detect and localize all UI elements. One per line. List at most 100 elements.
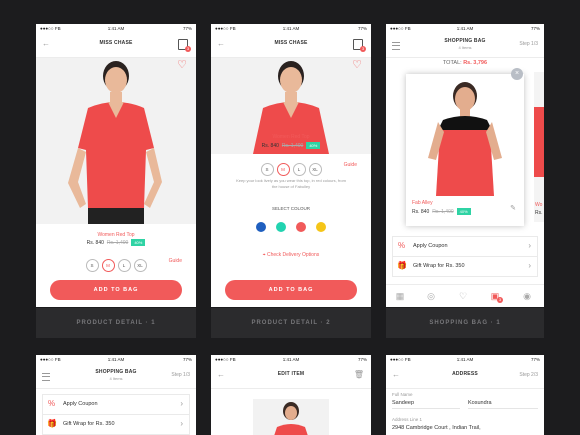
gift-wrap-row[interactable]: 🎁 Gift Wrap for Rs. 350 › [42,414,190,435]
menu-icon[interactable] [42,373,50,381]
item-price: Rs. 840 [412,209,430,215]
delete-trash-icon[interactable]: 🗑 [354,370,364,379]
gift-wrap-row[interactable]: 🎁 Gift Wrap for Rs. 350 › [392,256,538,277]
item-photo-icon [428,82,502,196]
product-detail-1-screen: ●●●○○ FB 1:41 AM 77% ← MISS CHASE 3 ♡ Wo… [36,24,196,307]
apply-coupon-row[interactable]: % Apply Coupon › [392,236,538,257]
total-row: TOTAL: Rs. 3,796 [386,60,544,66]
battery: 77% [530,26,540,31]
step-indicator: Step 1/3 [519,41,538,47]
size-guide-link[interactable]: Guide [344,162,357,168]
battery: 77% [357,357,367,362]
page-title: ADDRESS [452,371,478,377]
wishlist-heart-icon[interactable]: ♡ [352,58,362,71]
item-photo-icon [274,402,308,435]
product-detail-2-screen: ●●●○○ FB 1:41 AM 77% ← MISS CHASE 3 ♡ Wo… [211,24,371,307]
bag-count-badge: 3 [185,46,191,52]
product-name: Women Red Top [97,232,135,238]
battery: 77% [182,357,192,362]
total-label: TOTAL: [442,60,462,66]
nav-bar: ← ADDRESS Step 2/3 [386,364,544,389]
add-to-bag-button[interactable]: ADD TO BAG [225,280,357,300]
item-old-price: Rs. 1,400 [432,209,454,215]
edit-pencil-icon[interactable]: ✎ [510,204,516,212]
price: Rs. 840 [261,143,279,149]
clock: 1:41 AM [107,357,125,362]
status-bar: ●●●○○ FB 1:41 AM 77% [36,24,196,33]
caption-shopping-bag-1: SHOPPING BAG · 1 [386,308,544,338]
add-to-bag-button[interactable]: ADD TO BAG [50,280,182,300]
nav-bar: SHOPPING BAG 4 Items Step 1/3 [36,364,196,389]
item-price-row: Rs. 840 Rs. 1,400 40% [412,208,471,215]
bag-count-badge: 3 [360,46,366,52]
size-option-xl[interactable]: XL [133,259,147,272]
bag-item-card[interactable]: Fab Alley Rs. 840 Rs. 1,400 40% ✎ [406,74,524,226]
last-name-underline [468,408,538,409]
address-line-1-label: Address Line 1 [392,417,423,422]
caption-product-detail-1: PRODUCT DETAIL · 1 [36,308,196,338]
product-name: Women Red Top [272,134,310,140]
colour-swatch-yellow[interactable] [316,222,326,232]
chevron-right-icon: › [528,261,531,270]
back-arrow-icon[interactable]: ← [392,370,400,379]
size-option-xl[interactable]: XL [308,163,322,176]
total-value: Rs. 3,796 [463,60,488,66]
old-price: Rs. 1,400 [281,143,304,149]
status-bar: ●●●○○ FB 1:41 AM 77% [211,24,371,33]
apply-coupon-row[interactable]: % Apply Coupon › [42,394,190,415]
size-guide-link[interactable]: Guide [169,258,182,264]
menu-icon[interactable] [392,42,400,50]
size-option-l[interactable]: L [117,259,131,272]
back-arrow-icon[interactable]: ← [217,39,225,48]
remove-item-close-icon[interactable]: × [511,68,523,80]
last-name-field[interactable]: Kosundra [468,400,492,406]
tab-bag-badge: 3 [497,297,503,303]
price: Rs. 840 [86,240,104,246]
old-price: Rs. 1,400 [106,240,129,246]
chevron-right-icon: › [528,241,531,250]
price-row: Rs. 840 Rs. 1,400 40% [36,239,196,246]
back-arrow-icon[interactable]: ← [217,370,225,379]
battery: 77% [530,357,540,362]
first-name-field[interactable]: Sandeep [392,400,414,406]
wishlist-heart-icon[interactable]: ♡ [177,58,187,71]
price-row: Rs. 840 Rs. 1,400 40% [211,142,371,149]
size-option-m[interactable]: M [276,163,290,176]
tab-wishlist-heart-icon[interactable]: ♡ [457,290,469,302]
page-title: EDIT ITEM [277,371,305,377]
coupon-icon: % [47,399,56,408]
gift-wrap-label: Gift Wrap for Rs. 350 [413,263,465,269]
shopping-bag-screen: ●●●○○ FB 1:41 AM 77% SHOPPING BAG 4 Item… [386,24,544,307]
tab-categories-grid-icon[interactable]: ▦ [394,290,406,302]
gift-icon: 🎁 [47,419,57,428]
product-image[interactable] [36,58,196,224]
chevron-right-icon: › [180,399,183,408]
full-name-label: Full Name [392,392,413,397]
size-option-s[interactable]: S [85,259,99,272]
clock: 1:41 AM [456,357,474,362]
peek-item-image [534,107,544,177]
discount-badge: 40% [306,142,321,149]
coupon-icon: % [397,241,406,250]
tab-profile-icon[interactable]: ◉ [521,290,533,302]
size-option-m[interactable]: M [101,259,115,272]
item-count: 4 Items [109,376,123,381]
nav-bar: ← MISS CHASE 3 [36,33,196,58]
colour-swatch-blue[interactable] [256,222,266,232]
status-bar: ●●●○○ FB 1:41 AM 77% [211,355,371,364]
address-line-1-field[interactable]: 2948 Cambridge Court , Indian Trail, [392,425,481,431]
colour-swatch-teal[interactable] [276,222,286,232]
colour-swatch-red[interactable] [296,222,306,232]
clock: 1:41 AM [282,26,300,31]
item-count: 4 Items [458,45,472,50]
check-delivery-link[interactable]: ⌖ Check Delivery Options [211,252,371,258]
tab-brands-icon[interactable]: ◎ [425,290,437,302]
next-item-peek[interactable]: Wo Rs. [534,72,544,222]
clock: 1:41 AM [107,26,125,31]
size-option-s[interactable]: S [260,163,274,176]
model-photo-icon [68,61,162,224]
apply-coupon-label: Apply Coupon [413,243,448,249]
chevron-right-icon: › [180,419,183,428]
back-arrow-icon[interactable]: ← [42,39,50,48]
size-option-l[interactable]: L [292,163,306,176]
